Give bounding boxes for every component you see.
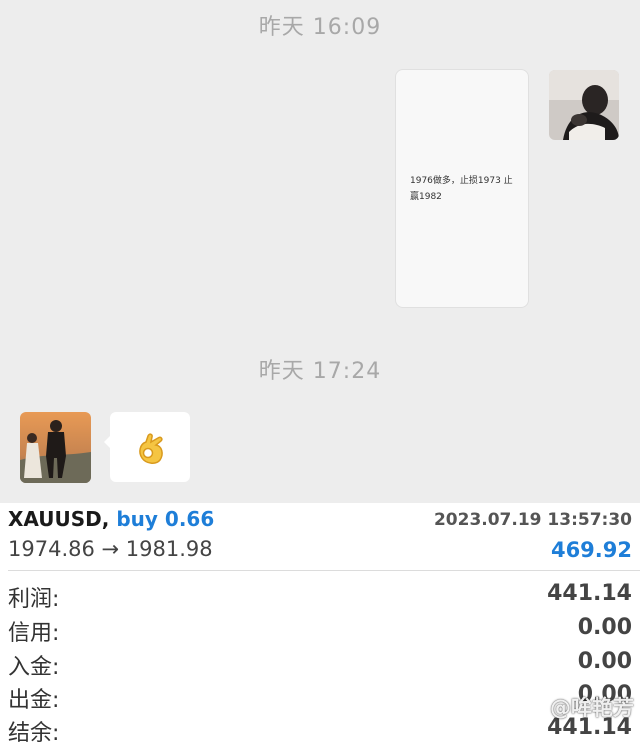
incoming-message-bubble[interactable] <box>104 412 190 482</box>
contact-avatar[interactable] <box>20 412 91 483</box>
trade-header[interactable]: XAUUSD, buy 0.66 <box>8 507 214 531</box>
summary-value: 441.14 <box>547 581 632 606</box>
outgoing-message-bubble[interactable]: 1976做多，止损1973 止赢1982 <box>395 69 529 308</box>
trade-symbol: XAUUSD, <box>8 507 110 531</box>
summary-label: 结余: <box>8 721 60 746</box>
trade-price-range: 1974.86 → 1981.98 <box>8 537 213 561</box>
watermark: @哞艳芳 <box>550 696 634 720</box>
trade-time: 2023.07.19 13:57:30 <box>433 510 632 530</box>
summary-row-deposit: 入金: 0.00 <box>8 649 632 683</box>
divider <box>8 570 640 571</box>
summary-value: 0.00 <box>577 649 632 674</box>
chat-area: 昨天 16:09 1976做多，止损1973 止赢1982 昨天 17:24 <box>0 0 640 503</box>
chat-timestamp: 昨天 17:24 <box>258 359 382 384</box>
summary-row-profit: 利润: 441.14 <box>8 581 632 615</box>
summary-label: 入金: <box>8 655 60 680</box>
ok-hand-icon <box>139 433 163 464</box>
summary-label: 出金: <box>8 688 60 713</box>
summary-value: 0.00 <box>577 615 632 640</box>
summary-row-balance: 结余: 441.14 <box>8 715 632 749</box>
trade-profit: 469.92 <box>550 538 632 562</box>
summary-label: 利润: <box>8 587 60 612</box>
summary-row-credit: 信用: 0.00 <box>8 615 632 649</box>
trade-direction-volume: buy 0.66 <box>116 507 215 531</box>
summary-label: 信用: <box>8 621 60 646</box>
my-avatar[interactable] <box>549 70 619 140</box>
summary-row-withdrawal: 出金: 0.00 <box>8 682 632 716</box>
chat-timestamp: 昨天 16:09 <box>258 15 382 40</box>
outgoing-message-text: 1976做多，止损1973 止赢1982 <box>410 175 513 202</box>
trade-detail-panel: XAUUSD, buy 0.66 2023.07.19 13:57:30 197… <box>0 503 640 748</box>
